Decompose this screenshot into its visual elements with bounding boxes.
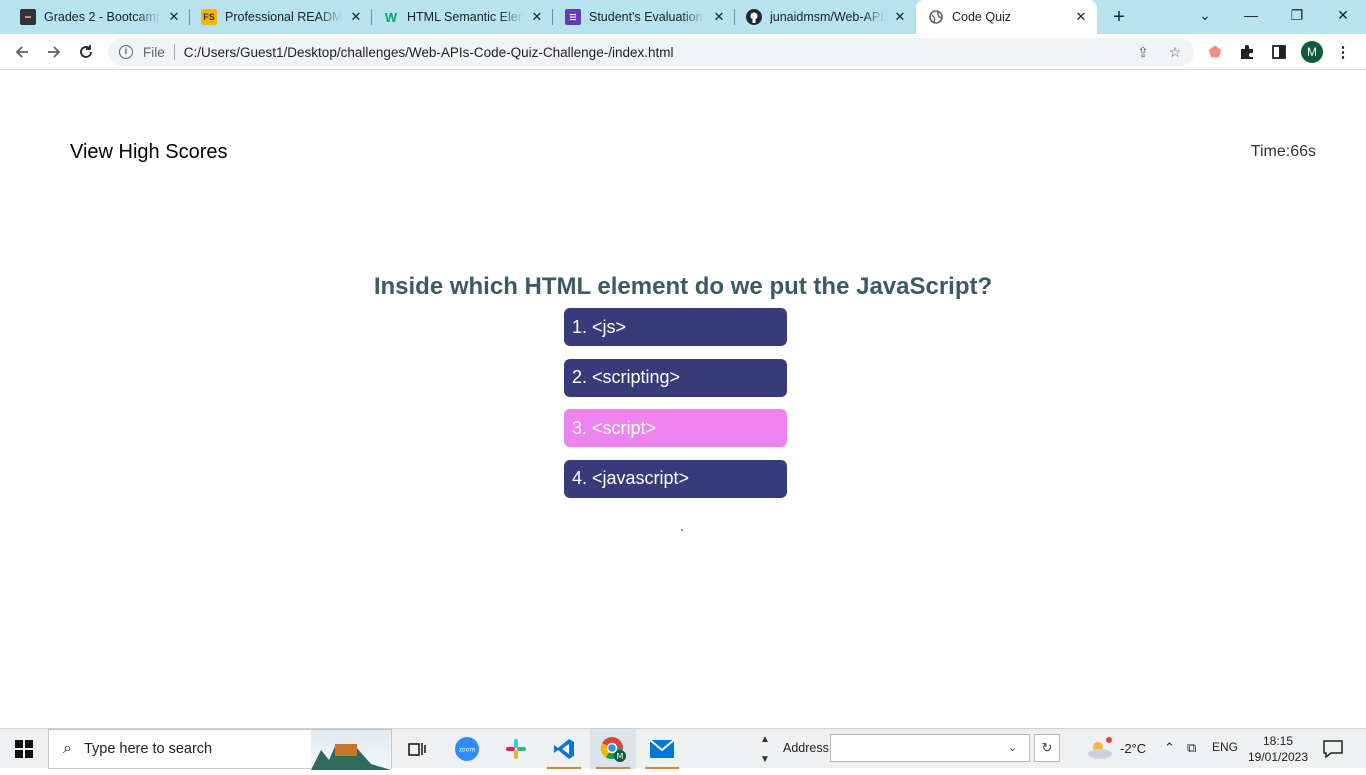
globe-icon: [928, 9, 944, 25]
answer-button-3[interactable]: 3. <script>: [564, 409, 787, 447]
address-bar[interactable]: i File C:/Users/Guest1/Desktop/challenge…: [108, 38, 1194, 66]
tab-title: Professional README: [225, 10, 342, 24]
bookmark-star-icon[interactable]: ☆: [1167, 44, 1183, 60]
tab-title: Grades 2 - Bootcamp: [44, 10, 160, 24]
meet-now-icon[interactable]: ⧉: [1187, 740, 1196, 756]
close-icon[interactable]: ✕: [892, 9, 908, 25]
scheme-label: File: [143, 44, 165, 60]
address-toolbar-label: Address: [783, 741, 829, 755]
browser-toolbar: i File C:/Users/Guest1/Desktop/challenge…: [0, 34, 1366, 70]
search-placeholder: Type here to search: [83, 741, 213, 757]
answer-button-4[interactable]: 4. <javascript>: [564, 459, 787, 498]
url-text[interactable]: C:/Users/Guest1/Desktop/challenges/Web-A…: [184, 45, 674, 60]
address-toolbar-input[interactable]: [830, 734, 1030, 762]
divider: [173, 44, 175, 60]
taskbar-scroll-arrows[interactable]: ▲ ▼: [758, 729, 772, 769]
answer-list: 1. <js> 2. <scripting> 3. <script> 4. <j…: [564, 308, 787, 510]
tab-strip: ▬ Grades 2 - Bootcamp ✕ FS Professional …: [0, 0, 1366, 34]
tab-title: Code Quiz: [952, 10, 1012, 24]
question-title: Inside which HTML element do we put the …: [373, 273, 993, 300]
share-icon[interactable]: ⇪: [1135, 44, 1151, 60]
chevron-down-icon[interactable]: ⌄: [1008, 741, 1017, 754]
chrome-app-icon[interactable]: M: [590, 729, 636, 769]
slack-app-icon[interactable]: [493, 729, 539, 769]
svg-text:zoom: zoom: [459, 747, 475, 754]
tab-title: junaidmsm/Web-APIs: [770, 10, 886, 24]
refresh-icon[interactable]: ↻: [1034, 734, 1060, 762]
notification-icon[interactable]: [1322, 739, 1344, 759]
tab-title: Student's Evaluation o: [589, 10, 705, 24]
kebab-menu-icon[interactable]: ⋮: [1333, 42, 1353, 62]
chevron-up-icon[interactable]: ⌃: [1164, 740, 1175, 756]
w3-icon: W: [384, 9, 398, 25]
weather-cloud-icon[interactable]: [1086, 737, 1114, 761]
avatar[interactable]: M: [1301, 41, 1323, 63]
svg-text:M: M: [617, 752, 624, 761]
tab-html-semantic[interactable]: W HTML Semantic Eleme ✕: [363, 0, 553, 34]
mail-app-icon[interactable]: [639, 729, 685, 769]
bootcamp-icon: ▬: [20, 9, 36, 25]
form-icon: ☰: [565, 9, 581, 25]
taskbar-search[interactable]: ⌕ Type here to search: [48, 729, 392, 770]
view-high-scores-link[interactable]: View High Scores: [70, 141, 227, 164]
quiz-page: View High Scores Time:66s Inside which H…: [0, 71, 1366, 728]
answer-button-2[interactable]: 2. <scripting>: [564, 358, 787, 397]
back-arrow-icon[interactable]: [10, 40, 34, 64]
forward-arrow-icon[interactable]: [42, 40, 66, 64]
tab-search-chevron-icon[interactable]: ⌄: [1182, 0, 1228, 30]
temperature: -2°C: [1120, 741, 1147, 756]
close-window-button[interactable]: ✕: [1320, 0, 1366, 30]
search-icon: ⌕: [63, 740, 72, 757]
close-icon[interactable]: ✕: [529, 9, 545, 25]
task-view-icon[interactable]: [394, 729, 440, 769]
restore-button[interactable]: ❐: [1274, 0, 1320, 30]
puzzle-icon[interactable]: [1237, 42, 1257, 62]
info-icon[interactable]: i: [119, 45, 133, 59]
answer-button-1[interactable]: 1. <js>: [564, 308, 787, 346]
vscode-app-icon[interactable]: [541, 729, 587, 769]
close-icon[interactable]: ✕: [348, 9, 364, 25]
close-icon[interactable]: ✕: [1073, 9, 1089, 25]
side-panel-icon[interactable]: [1269, 42, 1289, 62]
clock[interactable]: 18:15 19/01/2023: [1246, 733, 1310, 765]
close-icon[interactable]: ✕: [166, 9, 182, 25]
tab-grades[interactable]: ▬ Grades 2 - Bootcamp ✕: [0, 0, 190, 34]
zoom-app-icon[interactable]: zoom: [444, 729, 490, 769]
language-indicator[interactable]: ENG: [1212, 740, 1238, 754]
result-dot: [681, 529, 683, 531]
reload-icon[interactable]: [74, 40, 98, 64]
tab-github[interactable]: junaidmsm/Web-APIs ✕: [726, 0, 916, 34]
search-highlight-image: [311, 730, 391, 770]
extension-cast-icon[interactable]: ⬟: [1205, 42, 1225, 62]
tab-code-quiz[interactable]: Code Quiz ✕: [916, 0, 1097, 34]
close-icon[interactable]: ✕: [711, 9, 727, 25]
tab-title: HTML Semantic Eleme: [407, 10, 523, 24]
tab-readme[interactable]: FS Professional README ✕: [181, 0, 372, 34]
windows-start-icon[interactable]: [0, 729, 48, 769]
github-icon: [746, 9, 762, 25]
timer: Time:66s: [1250, 143, 1316, 160]
clock-date: 19/01/2023: [1247, 750, 1309, 764]
new-tab-button[interactable]: +: [1108, 7, 1130, 27]
windows-taskbar: ⌕ Type here to search zoom M ▲ ▼ Address …: [0, 728, 1366, 770]
clock-time: 18:15: [1262, 734, 1294, 748]
tab-student-evaluation[interactable]: ☰ Student's Evaluation o ✕: [545, 0, 735, 34]
minimize-button[interactable]: —: [1228, 0, 1274, 30]
fs-icon: FS: [201, 9, 217, 25]
